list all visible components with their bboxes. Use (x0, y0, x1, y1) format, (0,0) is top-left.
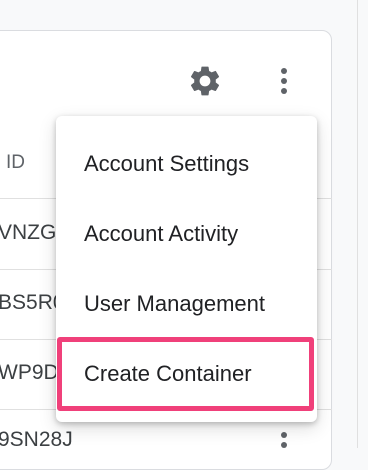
menu-item-account-settings[interactable]: Account Settings (56, 129, 317, 199)
more-vert-icon (281, 432, 287, 448)
gear-icon (190, 66, 220, 96)
more-options-button[interactable] (270, 62, 298, 100)
id-column-header: ID (6, 152, 25, 173)
table-row-id: WP9D (0, 361, 59, 384)
more-vert-icon (281, 68, 287, 94)
settings-button[interactable] (186, 62, 224, 100)
table-row-id: BS5R0 (0, 291, 65, 314)
menu-item-account-activity[interactable]: Account Activity (56, 199, 317, 269)
panel-divider (357, 0, 358, 448)
row-more-options-button[interactable] (270, 424, 298, 448)
account-dropdown-menu: Account Settings Account Activity User M… (56, 116, 317, 422)
menu-item-user-management[interactable]: User Management (56, 269, 317, 339)
table-row-id: 9SN28J (0, 428, 73, 451)
menu-item-create-container[interactable]: Create Container (56, 339, 317, 409)
